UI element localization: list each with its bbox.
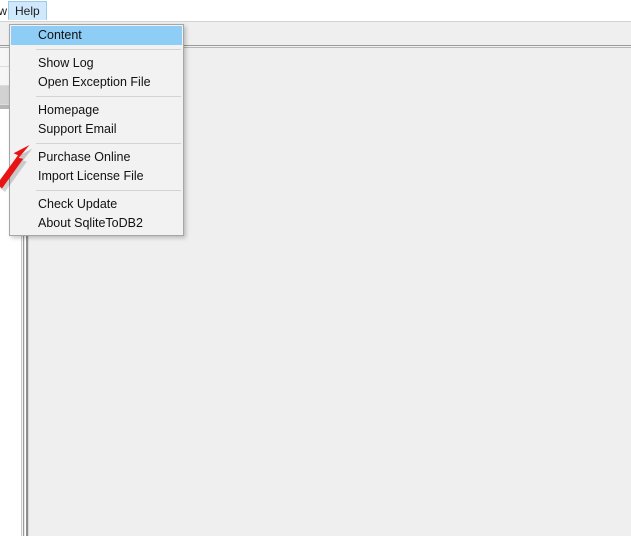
menu-item-check-update[interactable]: Check Update (10, 195, 183, 214)
menu-item-import-license-file[interactable]: Import License File (10, 167, 183, 186)
application-window: w Help Content Show Log Open Exception F… (0, 0, 631, 536)
help-dropdown-menu: Content Show Log Open Exception File Hom… (9, 24, 184, 236)
menu-item-about-sqlitetodb2[interactable]: About SqliteToDB2 (10, 214, 183, 233)
menu-item-show-log[interactable]: Show Log (10, 54, 183, 73)
menubar-item-window[interactable]: w (0, 1, 8, 20)
menu-item-content[interactable]: Content (11, 26, 182, 45)
menu-bar: w Help (0, 0, 631, 21)
menu-item-homepage[interactable]: Homepage (10, 101, 183, 120)
menu-separator (36, 143, 181, 144)
menu-item-open-exception-file[interactable]: Open Exception File (10, 73, 183, 92)
menu-separator (36, 49, 181, 50)
menu-separator (36, 96, 181, 97)
menubar-item-help[interactable]: Help (8, 1, 47, 20)
menu-item-support-email[interactable]: Support Email (10, 120, 183, 139)
menu-item-purchase-online[interactable]: Purchase Online (10, 148, 183, 167)
menu-separator (36, 190, 181, 191)
